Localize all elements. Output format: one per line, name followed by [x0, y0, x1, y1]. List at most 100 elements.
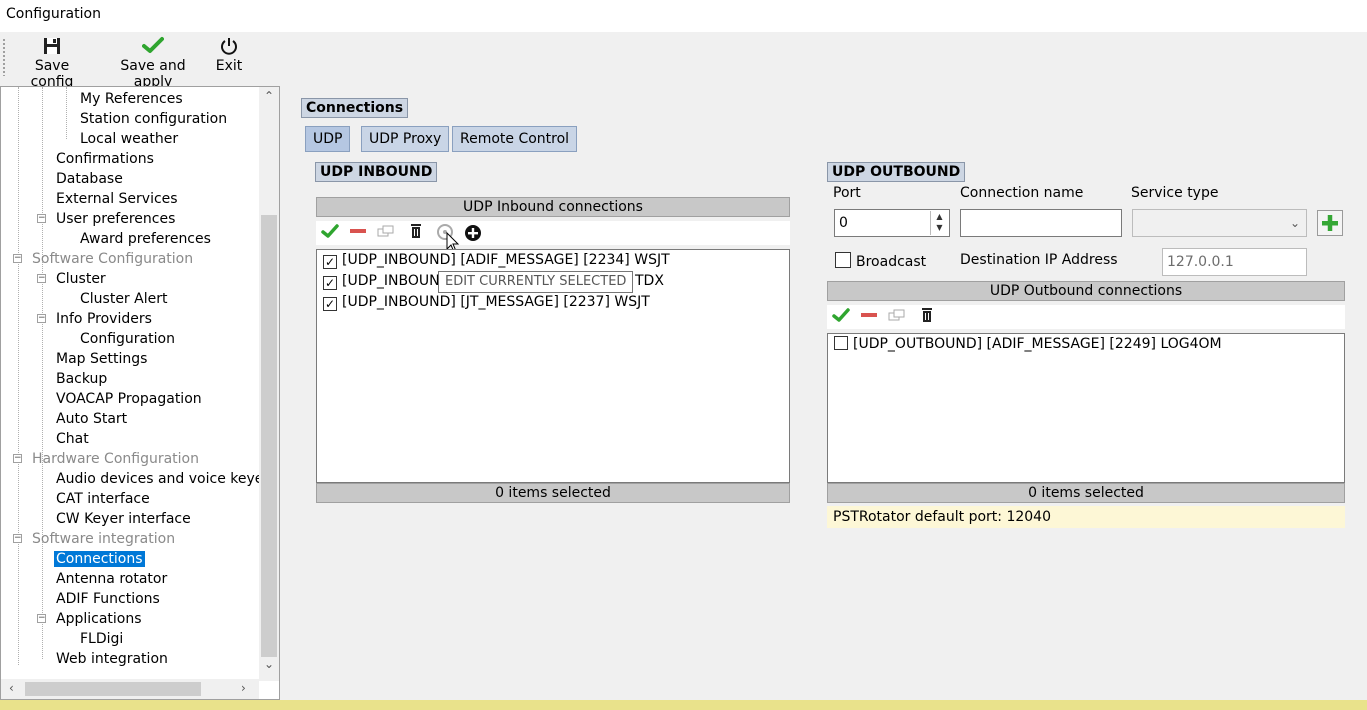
row-checkbox[interactable] — [834, 336, 848, 350]
power-icon — [212, 36, 246, 58]
tree-item-applications[interactable]: Applications — [56, 609, 142, 629]
inbound-toolbar — [316, 221, 790, 245]
row-checkbox[interactable]: ✓ — [323, 255, 337, 269]
row-checkbox[interactable]: ✓ — [323, 297, 337, 311]
trash-icon[interactable] — [406, 223, 426, 243]
tree-item-cluster[interactable]: Cluster — [56, 269, 106, 289]
list-item[interactable]: ✓ [UDP_INBOUND] [JT_MESSAGE] [2237] WSJT — [323, 292, 650, 312]
tree-item-adif-functions[interactable]: ADIF Functions — [56, 589, 160, 609]
list-item[interactable]: ✓ [UDP_INBOUND] [ADIF_MESSAGE] [2234] WSJ… — [323, 250, 670, 270]
add-outbound-button[interactable] — [1317, 210, 1343, 236]
destination-ip-input[interactable]: 127.0.0.1 — [1162, 248, 1307, 276]
list-item-tail: TDX — [635, 273, 664, 289]
tree-item-station-configuration[interactable]: Station configuration — [80, 109, 227, 129]
scroll-right-icon[interactable]: › — [241, 681, 246, 695]
tree-item-cluster-alert[interactable]: Cluster Alert — [80, 289, 167, 309]
tree-item-voacap-propagation[interactable]: VOACAP Propagation — [56, 389, 202, 409]
row-checkbox[interactable]: ✓ — [323, 276, 337, 290]
tree-item-chat[interactable]: Chat — [56, 429, 89, 449]
tree-item-web-integration[interactable]: Web integration — [56, 649, 168, 669]
window-title: Configuration — [0, 0, 1367, 32]
exit-button[interactable]: Exit — [212, 36, 246, 78]
outbound-grid-header: UDP Outbound connections — [827, 281, 1345, 301]
broadcast-checkbox-box[interactable] — [835, 252, 851, 268]
port-stepper[interactable]: 0 ▲ ▼ — [834, 209, 950, 237]
tree-item-fldigi[interactable]: FLDigi — [80, 629, 123, 649]
broadcast-checkbox[interactable]: Broadcast — [835, 252, 926, 270]
stepper-arrows-icon[interactable]: ▲ ▼ — [930, 211, 948, 235]
list-item[interactable]: ✓ [UDP_INBOUN — [323, 271, 440, 291]
port-label: Port — [833, 185, 861, 201]
scroll-down-icon[interactable]: ⌄ — [264, 657, 274, 671]
connections-section-title: Connections — [301, 98, 409, 118]
udp-outbound-title: UDP OUTBOUND — [827, 162, 966, 182]
exit-label: Exit — [215, 58, 243, 74]
inbound-grid-header: UDP Inbound connections — [316, 197, 790, 217]
connection-name-input[interactable] — [960, 209, 1122, 237]
duplicate-icon[interactable] — [376, 223, 396, 243]
tree-vertical-scroll-thumb[interactable] — [261, 215, 277, 657]
scroll-up-icon[interactable]: ⌃ — [264, 89, 274, 103]
tree-item-user-preferences[interactable]: User preferences — [56, 209, 175, 229]
edit-tooltip: EDIT CURRENTLY SELECTED — [438, 271, 634, 293]
expander-info-providers[interactable]: − — [37, 314, 46, 323]
tree-item-my-references[interactable]: My References — [80, 89, 183, 109]
connection-name-label: Connection name — [960, 185, 1084, 201]
config-tree[interactable]: − − − − − − − My References Station conf… — [0, 86, 280, 700]
trash-icon[interactable] — [917, 307, 937, 327]
expander-applications[interactable]: − — [37, 614, 46, 623]
tree-item-cw-keyer-interface[interactable]: CW Keyer interface — [56, 509, 191, 529]
service-type-select[interactable]: ⌄ — [1132, 209, 1307, 237]
tree-item-cat-interface[interactable]: CAT interface — [56, 489, 150, 509]
tab-udp[interactable]: UDP — [305, 126, 351, 152]
expander-hardware-configuration[interactable]: − — [13, 454, 22, 463]
scroll-left-icon[interactable]: ‹ — [9, 681, 14, 695]
toolbar-grip[interactable] — [2, 38, 6, 76]
tree-vertical-scrollbar[interactable]: ⌃ ⌄ — [259, 87, 279, 681]
enable-check-icon[interactable] — [831, 307, 851, 327]
tree-item-local-weather[interactable]: Local weather — [80, 129, 178, 149]
outbound-items-selected: 0 items selected — [827, 483, 1345, 503]
save-config-button[interactable]: Save config — [12, 36, 92, 90]
tree-item-award-preferences[interactable]: Award preferences — [80, 229, 211, 249]
disable-minus-icon[interactable] — [859, 307, 879, 327]
tree-item-map-settings[interactable]: Map Settings — [56, 349, 147, 369]
tree-item-backup[interactable]: Backup — [56, 369, 107, 389]
tree-horizontal-scroll-thumb[interactable] — [25, 682, 201, 696]
save-and-apply-button[interactable]: Save and apply — [102, 36, 204, 90]
outbound-toolbar — [827, 305, 1345, 329]
expander-cluster[interactable]: − — [37, 274, 46, 283]
outbound-connections-list[interactable]: [UDP_OUTBOUND] [ADIF_MESSAGE] [2249] LOG… — [827, 333, 1345, 483]
udp-inbound-title: UDP INBOUND — [315, 162, 438, 182]
expander-software-configuration[interactable]: − — [13, 254, 22, 263]
pstrotator-note: PSTRotator default port: 12040 — [827, 506, 1345, 528]
tab-udp-proxy[interactable]: UDP Proxy — [361, 126, 450, 152]
tree-horizontal-scrollbar[interactable]: ‹ › — [1, 679, 259, 699]
tree-item-audio-devices[interactable]: Audio devices and voice keye — [56, 469, 263, 489]
add-circle-icon[interactable] — [463, 223, 483, 243]
disable-minus-icon[interactable] — [348, 223, 368, 243]
tree-item-auto-start[interactable]: Auto Start — [56, 409, 127, 429]
green-plus-icon — [1322, 215, 1338, 231]
tree-item-connections[interactable]: Connections — [54, 549, 145, 569]
service-type-label: Service type — [1131, 185, 1219, 201]
enable-check-icon[interactable] — [320, 223, 340, 243]
tree-item-configuration[interactable]: Configuration — [80, 329, 175, 349]
tree-item-database[interactable]: Database — [56, 169, 123, 189]
tree-item-software-configuration[interactable]: Software Configuration — [32, 249, 193, 269]
background-window-strip — [0, 700, 1367, 710]
list-item[interactable]: [UDP_OUTBOUND] [ADIF_MESSAGE] [2249] LOG… — [834, 334, 1222, 354]
green-check-icon — [102, 36, 204, 58]
tree-item-software-integration[interactable]: Software integration — [32, 529, 175, 549]
tab-remote-control[interactable]: Remote Control — [452, 126, 578, 152]
toolbar: Save config Save and apply Exit — [0, 36, 1367, 90]
tree-item-antenna-rotator[interactable]: Antenna rotator — [56, 569, 167, 589]
duplicate-icon[interactable] — [887, 307, 907, 327]
tree-item-info-providers[interactable]: Info Providers — [56, 309, 152, 329]
inbound-items-selected: 0 items selected — [316, 483, 790, 503]
tree-item-hardware-configuration[interactable]: Hardware Configuration — [32, 449, 199, 469]
expander-user-preferences[interactable]: − — [37, 214, 46, 223]
expander-software-integration[interactable]: − — [13, 534, 22, 543]
tree-item-external-services[interactable]: External Services — [56, 189, 178, 209]
tree-item-confirmations[interactable]: Confirmations — [56, 149, 154, 169]
